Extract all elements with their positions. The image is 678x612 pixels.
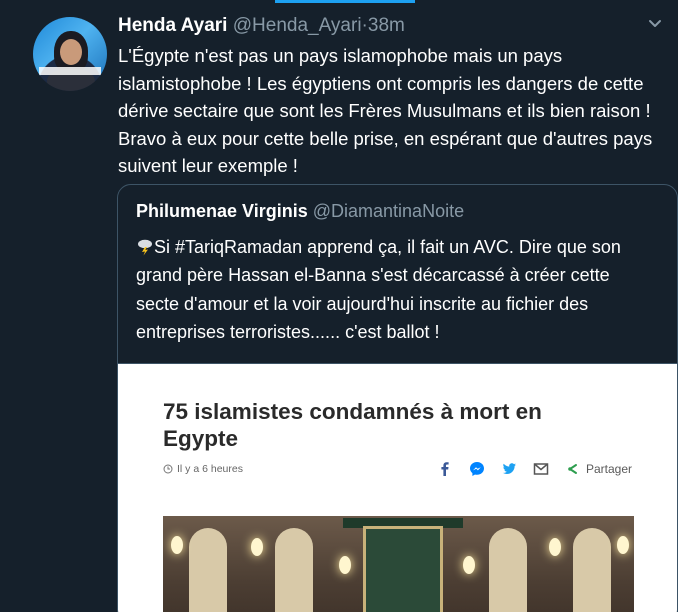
quote-line: grand père Hassan el-Banna s'est décarca… <box>136 265 610 286</box>
article-title-line: Egypte <box>163 426 239 451</box>
share-label[interactable]: Partager <box>586 462 632 476</box>
tweet-line: dérive sectaire que sont les Frères Musu… <box>118 100 651 121</box>
quote-header: Philumenae Virginis @DiamantinaNoite <box>136 199 464 223</box>
photo-lamp <box>251 538 263 556</box>
photo-arch <box>189 528 227 612</box>
photo-lamp <box>339 556 351 574</box>
tweet-line: islamistophobe ! Les égyptiens ont compr… <box>118 72 644 94</box>
quote-line: Si #TariqRamadan apprend ça, il fait un … <box>136 233 671 261</box>
photo-lamp <box>171 536 183 554</box>
photo-arch <box>275 528 313 612</box>
avatar-caption-strip <box>39 67 101 75</box>
clock-icon <box>163 464 173 474</box>
tweet-line: L'Égypte n'est pas un pays islamophobe m… <box>118 45 563 66</box>
author-handle[interactable]: @Henda_Ayari <box>233 15 362 36</box>
tweet-header: Henda Ayari @Henda_Ayari·38m <box>118 14 405 38</box>
quote-line: secte d'amour et la voir aujourd'hui ins… <box>136 293 589 314</box>
tweet-line: suivent leur exemple ! <box>118 155 298 176</box>
tweet-line: Bravo à eux pour cette belle prise, en e… <box>118 127 653 149</box>
photo-lamp <box>617 536 629 554</box>
share-icon[interactable] <box>564 460 582 478</box>
article-title: 75 islamistes condamnés à mort en Egypte <box>163 398 583 452</box>
article-meta: Il y a 6 heures <box>163 463 243 475</box>
photo-arch <box>573 528 611 612</box>
avatar[interactable] <box>33 17 107 91</box>
quote-text: Si #TariqRamadan apprend ça, il fait un … <box>136 233 671 346</box>
photo-lamp <box>463 556 475 574</box>
quoted-tweet[interactable]: Philumenae Virginis @DiamantinaNoite Si … <box>117 184 678 612</box>
messenger-icon[interactable] <box>468 460 486 478</box>
quote-line-text: Si #TariqRamadan apprend ça, il fait un … <box>154 237 621 257</box>
photo-center-panel <box>363 526 443 612</box>
quote-author-handle[interactable]: @DiamantinaNoite <box>313 201 464 221</box>
photo-arch <box>489 528 527 612</box>
article-photo <box>163 516 634 612</box>
avatar-face <box>60 39 82 65</box>
tweet-text: L'Égypte n'est pas un pays islamophobe m… <box>118 42 674 180</box>
chevron-down-icon[interactable] <box>646 14 664 32</box>
share-bar: Partager <box>436 460 632 478</box>
twitter-icon[interactable] <box>500 460 518 478</box>
author-name[interactable]: Henda Ayari <box>118 15 227 36</box>
lightning-cloud-icon <box>138 239 152 256</box>
article-timestamp: Il y a 6 heures <box>177 463 243 475</box>
quote-author-name[interactable]: Philumenae Virginis <box>136 201 308 221</box>
active-tab-indicator <box>275 0 415 3</box>
article-title-line: 75 islamistes condamnés à mort en <box>163 399 542 424</box>
article-screenshot[interactable]: 75 islamistes condamnés à mort en Egypte… <box>118 363 677 612</box>
facebook-icon[interactable] <box>436 460 454 478</box>
mail-icon[interactable] <box>532 460 550 478</box>
quote-line: entreprises terroristes...... c'est ball… <box>136 321 440 342</box>
tweet-time[interactable]: 38m <box>368 15 405 36</box>
photo-lamp <box>549 538 561 556</box>
